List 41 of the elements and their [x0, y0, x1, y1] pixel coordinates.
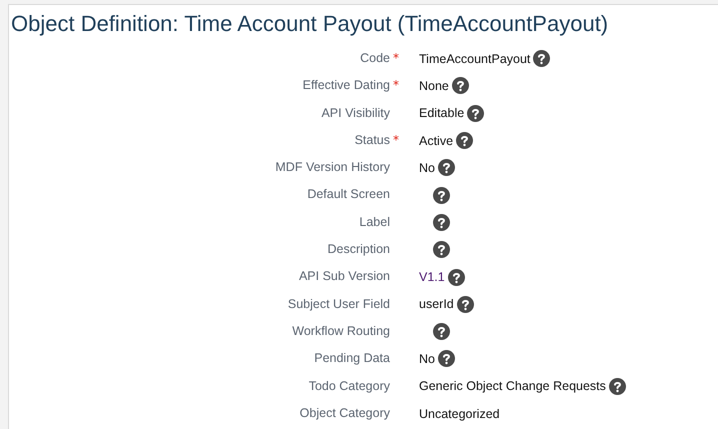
help-icon[interactable]: [608, 378, 626, 395]
field-label: Effective Dating: [302, 78, 390, 92]
page-title: Object Definition: Time Account Payout (TimeAccountPayout): [11, 10, 610, 38]
field-value: No: [419, 352, 435, 366]
field-label: Label: [359, 214, 390, 229]
field-value: No: [419, 160, 435, 175]
help-icon[interactable]: [456, 296, 474, 313]
help-icon[interactable]: [433, 214, 450, 231]
help-icon[interactable]: [433, 323, 450, 340]
help-icon[interactable]: [452, 77, 469, 94]
help-icon[interactable]: [456, 132, 474, 150]
field-label: Default Screen: [307, 187, 390, 202]
required-mark: *: [393, 132, 400, 147]
field-label: Todo Category: [308, 378, 390, 393]
version-link[interactable]: V1.1: [419, 270, 445, 284]
field-label: API Sub Version: [298, 269, 390, 284]
help-icon[interactable]: [448, 268, 465, 286]
field-label: Code: [360, 51, 390, 65]
field-value: Editable: [419, 106, 464, 120]
help-icon[interactable]: [438, 159, 455, 176]
field-label: Object Category: [300, 406, 390, 420]
field-label: Status: [354, 132, 390, 147]
help-icon[interactable]: [467, 104, 484, 122]
field-value: Uncategorized: [419, 406, 500, 420]
help-icon[interactable]: [533, 50, 550, 68]
field-value: None: [419, 78, 449, 93]
field-label: Subject User Field: [288, 296, 390, 311]
field-value: Generic Object Change Requests: [419, 379, 606, 394]
field-value: userId: [419, 297, 454, 312]
field-label: Pending Data: [314, 351, 390, 366]
field-value: Active: [419, 134, 454, 148]
field-label: API Visibility: [321, 106, 390, 120]
required-mark: *: [393, 51, 400, 65]
field-label: Workflow Routing: [292, 324, 390, 338]
field-label: MDF Version History: [275, 160, 390, 174]
required-mark: *: [393, 78, 400, 92]
field-value: TimeAccountPayout: [419, 52, 530, 66]
field-label: Description: [327, 242, 390, 256]
help-icon[interactable]: [438, 350, 455, 368]
help-icon[interactable]: [433, 241, 450, 258]
help-icon[interactable]: [433, 186, 450, 204]
